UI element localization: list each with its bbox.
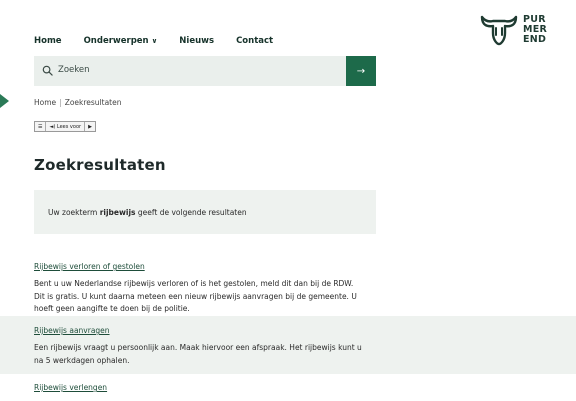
breadcrumb-home[interactable]: Home xyxy=(34,98,56,107)
logo-wordmark: PUR MER END xyxy=(523,14,548,45)
search-summary-text: Uw zoekterm rijbewijs geeft de volgende … xyxy=(48,208,247,217)
search-bar[interactable]: Zoeken → xyxy=(34,56,376,86)
result-title-link[interactable]: Rijbewijs aanvragen xyxy=(34,326,110,335)
page-title: Zoekresultaten xyxy=(34,156,166,174)
bull-head-logo-icon xyxy=(480,15,518,46)
breadcrumb: Home | Zoekresultaten xyxy=(34,98,122,107)
readspeaker-toolbar: ☰ ◄) Lees voor ▶ xyxy=(34,121,96,132)
search-summary: Uw zoekterm rijbewijs geeft de volgende … xyxy=(34,190,376,234)
search-submit-button[interactable]: → xyxy=(346,56,376,86)
nav-contact[interactable]: Contact xyxy=(236,36,273,46)
search-input[interactable]: Zoeken xyxy=(58,65,90,75)
nav-onderwerpen[interactable]: Onderwerpen ∨ xyxy=(84,36,158,46)
result-title-link[interactable]: Rijbewijs verloren of gestolen xyxy=(34,262,145,271)
breadcrumb-current: Zoekresultaten xyxy=(64,98,122,107)
purmerend-logo[interactable]: PUR MER END xyxy=(479,13,559,47)
result-description: Een rijbewijs vraagt u persoonlijk aan. … xyxy=(34,343,362,365)
breadcrumb-separator: | xyxy=(59,98,62,107)
nav-home[interactable]: Home xyxy=(34,36,62,46)
search-term: rijbewijs xyxy=(99,208,136,217)
search-icon xyxy=(42,65,53,76)
chevron-down-icon: ∨ xyxy=(151,37,158,45)
result-title-link[interactable]: Rijbewijs verlengen xyxy=(34,383,107,392)
readspeaker-menu-button[interactable]: ☰ xyxy=(35,122,47,131)
result-item: Rijbewijs verloren of gestolen Bent u uw… xyxy=(0,254,576,316)
result-description: Bent u uw Nederlandse rijbewijs verloren… xyxy=(34,279,357,313)
arrow-right-icon: → xyxy=(356,65,366,77)
speaker-icon: ◄) xyxy=(49,123,56,130)
play-icon: ▶ xyxy=(88,123,92,130)
result-item: Rijbewijs verlengen xyxy=(0,374,576,401)
nav-nieuws[interactable]: Nieuws xyxy=(179,36,214,46)
result-item: Rijbewijs aanvragen Een rijbewijs vraagt… xyxy=(0,316,576,374)
side-feedback-tab[interactable] xyxy=(0,94,9,108)
menu-icon: ☰ xyxy=(38,123,43,130)
main-navigation: Home Onderwerpen ∨ Nieuws Contact xyxy=(34,34,295,48)
readspeaker-listen-button[interactable]: ◄) Lees voor xyxy=(46,122,86,131)
readspeaker-play-button[interactable]: ▶ xyxy=(85,122,95,131)
